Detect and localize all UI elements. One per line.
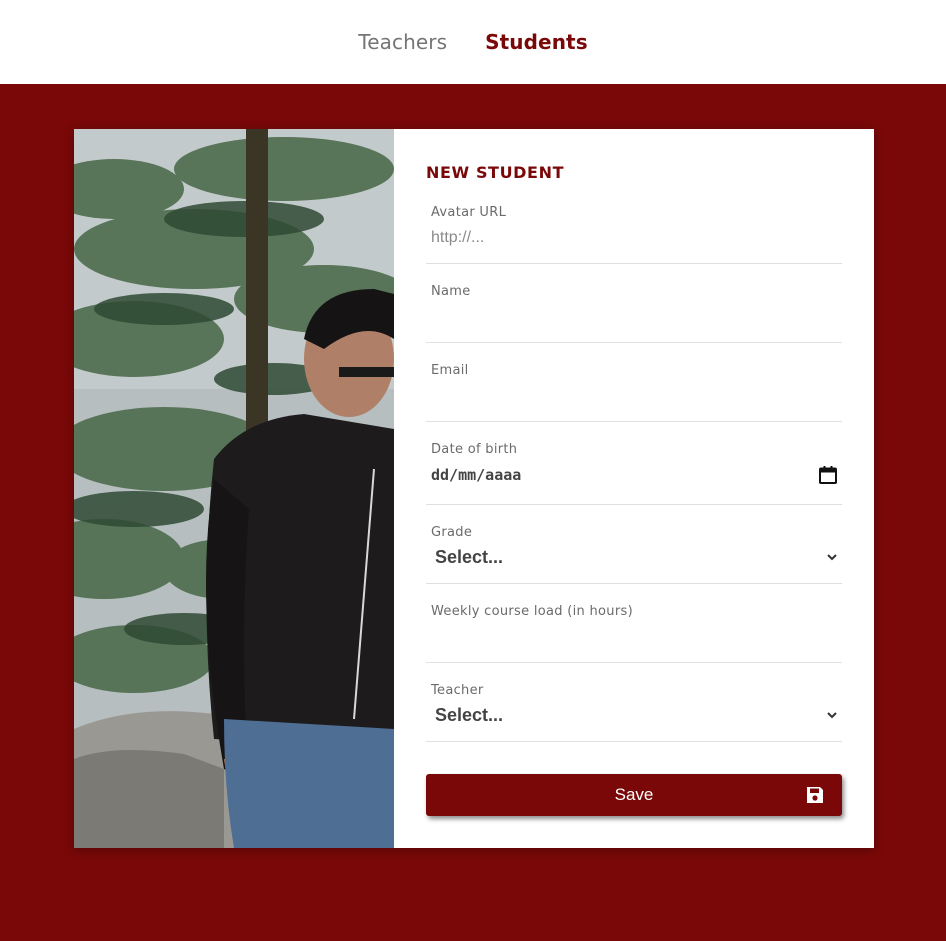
email-label: Email — [431, 363, 469, 378]
name-field: Name — [426, 264, 842, 343]
chevron-down-icon[interactable] — [826, 551, 838, 563]
grade-label: Grade — [431, 525, 473, 540]
teacher-label: Teacher — [431, 683, 484, 698]
weekly-course-load-input[interactable] — [431, 628, 838, 654]
date-of-birth-value[interactable]: dd/mm/aaaa — [431, 466, 521, 484]
nav-teachers-link[interactable]: Teachers — [358, 30, 447, 54]
floppy-disk-icon — [807, 787, 823, 803]
chevron-down-icon[interactable] — [826, 709, 838, 721]
top-nav: Teachers Students — [0, 0, 946, 84]
student-photo-illustration — [74, 129, 394, 848]
date-of-birth-label: Date of birth — [431, 442, 518, 457]
email-field: Email — [426, 343, 842, 422]
date-of-birth-field[interactable]: Date of birth dd/mm/aaaa — [426, 422, 842, 505]
grade-selected-value[interactable]: Select... — [435, 547, 503, 568]
avatar-url-field: Avatar URL — [426, 199, 842, 264]
student-photo — [74, 129, 394, 848]
student-form: NEW STUDENT Avatar URL Name Email Date o… — [394, 129, 874, 848]
weekly-course-load-field: Weekly course load (in hours) — [426, 584, 842, 663]
grade-select[interactable]: Grade Select... — [426, 505, 842, 584]
email-input[interactable] — [431, 387, 838, 413]
avatar-url-label: Avatar URL — [431, 205, 507, 220]
weekly-course-load-label: Weekly course load (in hours) — [431, 604, 633, 619]
form-title: NEW STUDENT — [426, 163, 565, 182]
new-student-card: NEW STUDENT Avatar URL Name Email Date o… — [74, 129, 874, 848]
avatar-url-input[interactable] — [431, 227, 838, 249]
teacher-select[interactable]: Teacher Select... — [426, 663, 842, 742]
nav-students-link[interactable]: Students — [485, 30, 588, 54]
teacher-selected-value[interactable]: Select... — [435, 705, 503, 726]
name-input[interactable] — [431, 308, 838, 334]
calendar-icon[interactable] — [818, 465, 838, 485]
save-button[interactable]: Save — [426, 774, 842, 816]
save-button-label: Save — [614, 785, 654, 804]
name-label: Name — [431, 284, 471, 299]
